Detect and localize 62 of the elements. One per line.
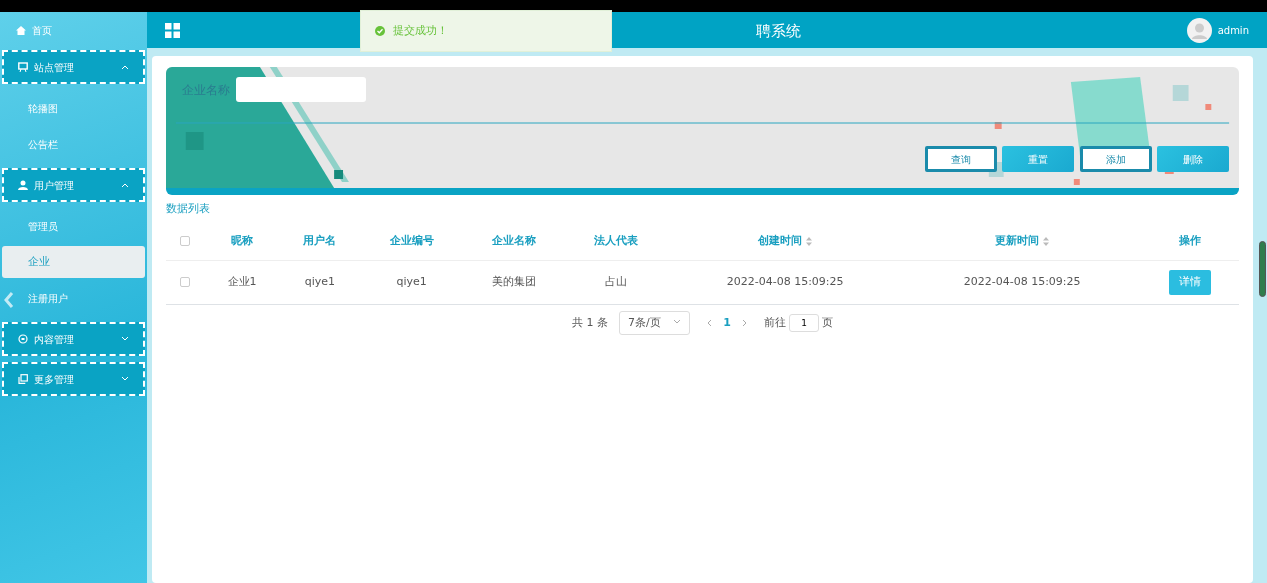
table-cell: 占山: [604, 275, 627, 289]
column-header[interactable]: 昵称: [231, 234, 253, 247]
action-button[interactable]: 删除: [1157, 146, 1229, 172]
menu-group[interactable]: 用户管理: [2, 168, 145, 202]
table-cell: 企业1: [227, 275, 257, 289]
company-name-field[interactable]: [235, 77, 366, 102]
grid-menu-icon[interactable]: [165, 22, 180, 38]
menu-group[interactable]: 更多管理: [2, 362, 145, 396]
menu-item[interactable]: 首页: [31, 22, 52, 38]
menu-group-label: 内容管理: [33, 332, 74, 347]
menu-group-label: 用户管理: [33, 178, 74, 193]
table-cell: 2022-04-08 15:09:25: [726, 275, 844, 289]
column-header[interactable]: 企业名称: [491, 234, 536, 247]
submenu-item[interactable]: 企业: [2, 246, 145, 278]
submenu-item[interactable]: 管理员: [2, 208, 145, 244]
submenu-item[interactable]: 轮播图: [2, 90, 145, 126]
page-number[interactable]: 1: [723, 314, 731, 331]
table-cell: qiye1: [304, 275, 336, 289]
app-title: 聘系统: [756, 21, 801, 42]
menu-group-label: 站点管理: [33, 60, 74, 75]
table-cell: 美的集团: [491, 275, 536, 289]
goto-page-field[interactable]: 1: [789, 313, 820, 332]
chevron-left-icon: [4, 292, 14, 308]
column-header[interactable]: 法人代表: [593, 234, 638, 247]
submenu-item[interactable]: 公告栏: [2, 126, 145, 162]
table-cell: 2022-04-08 15:09:25: [963, 275, 1081, 289]
select-all-checkbox[interactable]: [180, 236, 191, 246]
row-checkbox[interactable]: [180, 277, 191, 288]
chat-icon: [18, 334, 28, 344]
toast-message: 提交成功！: [393, 22, 448, 39]
prev-page-icon[interactable]: [706, 318, 713, 327]
action-button[interactable]: 查询: [924, 146, 997, 172]
check-icon: [375, 26, 385, 36]
monitor-icon: [18, 62, 28, 72]
caret-icon: [672, 317, 681, 326]
copy-icon: [18, 374, 28, 384]
user-name[interactable]: admin: [1217, 22, 1249, 38]
details-button[interactable]: 详情: [1168, 270, 1211, 295]
submenu-item[interactable]: 注册用户: [2, 280, 145, 316]
column-header[interactable]: 企业编号: [389, 234, 434, 247]
user-icon: [18, 180, 28, 190]
menu-group[interactable]: 站点管理: [2, 50, 145, 84]
page-suffix: 页: [821, 314, 833, 331]
goto-label: 前往: [764, 314, 787, 331]
home-icon: [16, 25, 26, 35]
page-size-select[interactable]: 7条/页: [619, 310, 690, 335]
sort-icon[interactable]: [1043, 236, 1050, 246]
column-header[interactable]: 更新时间: [995, 234, 1040, 247]
column-header[interactable]: 创建时间: [758, 234, 803, 247]
column-header[interactable]: 用户名: [303, 234, 337, 247]
action-button[interactable]: 重置: [1002, 146, 1074, 172]
scrollbar-thumb[interactable]: [1259, 241, 1266, 297]
menu-group[interactable]: 内容管理: [2, 322, 145, 356]
table-cell: qiye1: [396, 275, 427, 289]
column-header[interactable]: 操作: [1178, 234, 1201, 247]
sort-icon[interactable]: [806, 236, 813, 246]
list-title: 数据列表: [166, 200, 210, 217]
next-page-icon[interactable]: [741, 318, 748, 327]
action-button[interactable]: 添加: [1079, 146, 1152, 172]
avatar-icon[interactable]: [1187, 17, 1213, 43]
menu-group-label: 更多管理: [33, 372, 74, 387]
total-count: 共 1 条: [572, 314, 609, 331]
